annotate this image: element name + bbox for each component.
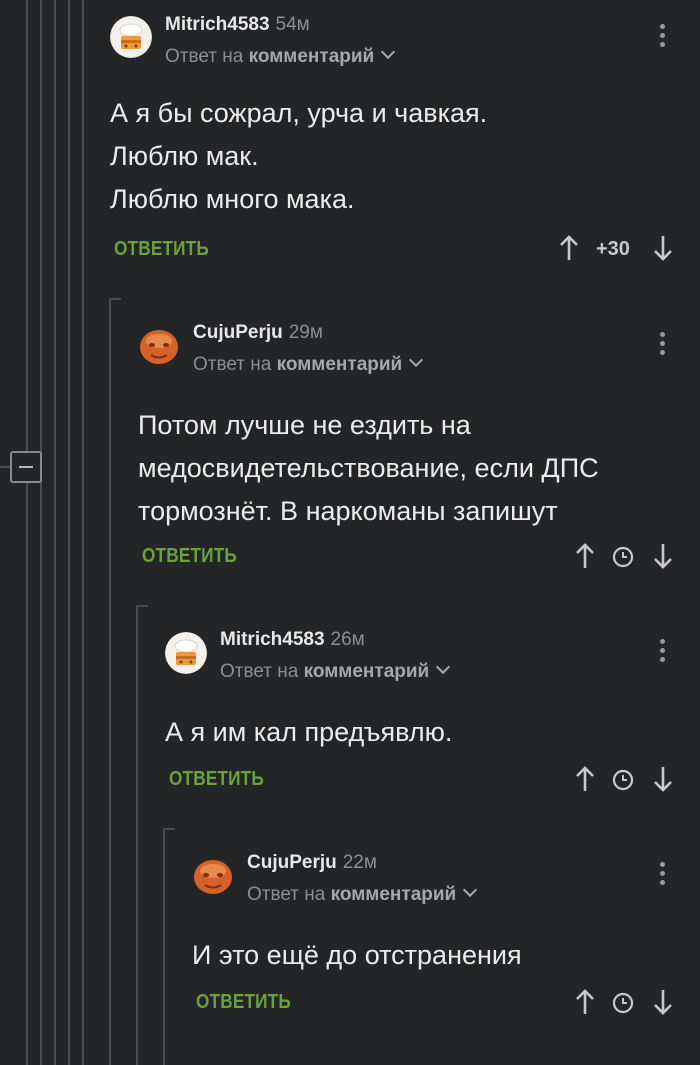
reply-button[interactable]: ОТВЕТИТЬ: [114, 238, 209, 261]
comment-time: 54м: [275, 14, 310, 35]
more-options-icon[interactable]: [652, 858, 672, 888]
more-options-icon[interactable]: [652, 635, 672, 665]
comment-author[interactable]: CujuPerju 22м: [247, 852, 377, 874]
thread-line: [26, 0, 28, 1065]
chevron-down-icon: [409, 352, 424, 368]
comment-author[interactable]: Mitrich4583 54м: [165, 14, 310, 36]
chef-cake-avatar-icon[interactable]: [165, 632, 207, 674]
clock-icon: [612, 992, 634, 1019]
thread-line: [82, 0, 84, 1065]
comment-text: И это ещё до отстранения: [192, 940, 522, 970]
upvote-arrow-icon[interactable]: [574, 542, 596, 575]
reply-button[interactable]: ОТВЕТИТЬ: [142, 545, 237, 568]
rating-count: +30: [596, 238, 630, 260]
comment-text: А я бы сожрал, урча и чавкая. Люблю мак.…: [110, 98, 488, 214]
more-options-icon[interactable]: [652, 20, 672, 50]
comment-author[interactable]: CujuPerju 29м: [193, 322, 323, 344]
chevron-down-icon: [381, 44, 396, 60]
reply-to-link[interactable]: Ответ на комментарий: [220, 659, 451, 683]
reply-button[interactable]: ОТВЕТИТЬ: [169, 768, 264, 791]
downvote-arrow-icon[interactable]: [652, 765, 674, 798]
comment-time: 22м: [342, 852, 377, 873]
thread-line: [54, 0, 56, 1065]
downvote-arrow-icon[interactable]: [652, 234, 674, 267]
thread-line: [40, 0, 42, 1065]
comment-time: 29м: [288, 322, 323, 343]
comment-time: 26м: [330, 629, 365, 650]
reply-button[interactable]: ОТВЕТИТЬ: [196, 991, 291, 1014]
reply-to-link[interactable]: Ответ на комментарий: [193, 352, 424, 376]
downvote-arrow-icon[interactable]: [652, 542, 674, 575]
thread-line: [68, 0, 70, 1065]
thread-connector: [136, 605, 148, 1065]
comment-author[interactable]: Mitrich4583 26м: [220, 629, 365, 651]
upvote-arrow-icon[interactable]: [574, 988, 596, 1021]
chevron-down-icon: [436, 659, 451, 675]
reply-to-link[interactable]: Ответ на комментарий: [247, 882, 478, 906]
chevron-down-icon: [463, 882, 478, 898]
reply-to-link[interactable]: Ответ на комментарий: [165, 44, 396, 68]
comment-text: Потом лучше не ездить на медосвидетельст…: [138, 410, 599, 526]
chef-cake-avatar-icon[interactable]: [110, 16, 152, 58]
more-options-icon[interactable]: [652, 328, 672, 358]
orange-face-avatar-icon[interactable]: [192, 855, 234, 897]
upvote-arrow-icon[interactable]: [558, 234, 580, 267]
comment-text: А я им кал предъявлю.: [165, 717, 453, 747]
collapse-thread-button[interactable]: [10, 451, 42, 483]
thread-connector: [163, 828, 175, 1065]
orange-face-avatar-icon[interactable]: [138, 325, 180, 367]
thread-connector: [109, 298, 121, 1065]
upvote-arrow-icon[interactable]: [574, 765, 596, 798]
clock-icon: [612, 769, 634, 796]
clock-icon: [612, 546, 634, 573]
collapse-connector: [0, 466, 10, 468]
downvote-arrow-icon[interactable]: [652, 988, 674, 1021]
